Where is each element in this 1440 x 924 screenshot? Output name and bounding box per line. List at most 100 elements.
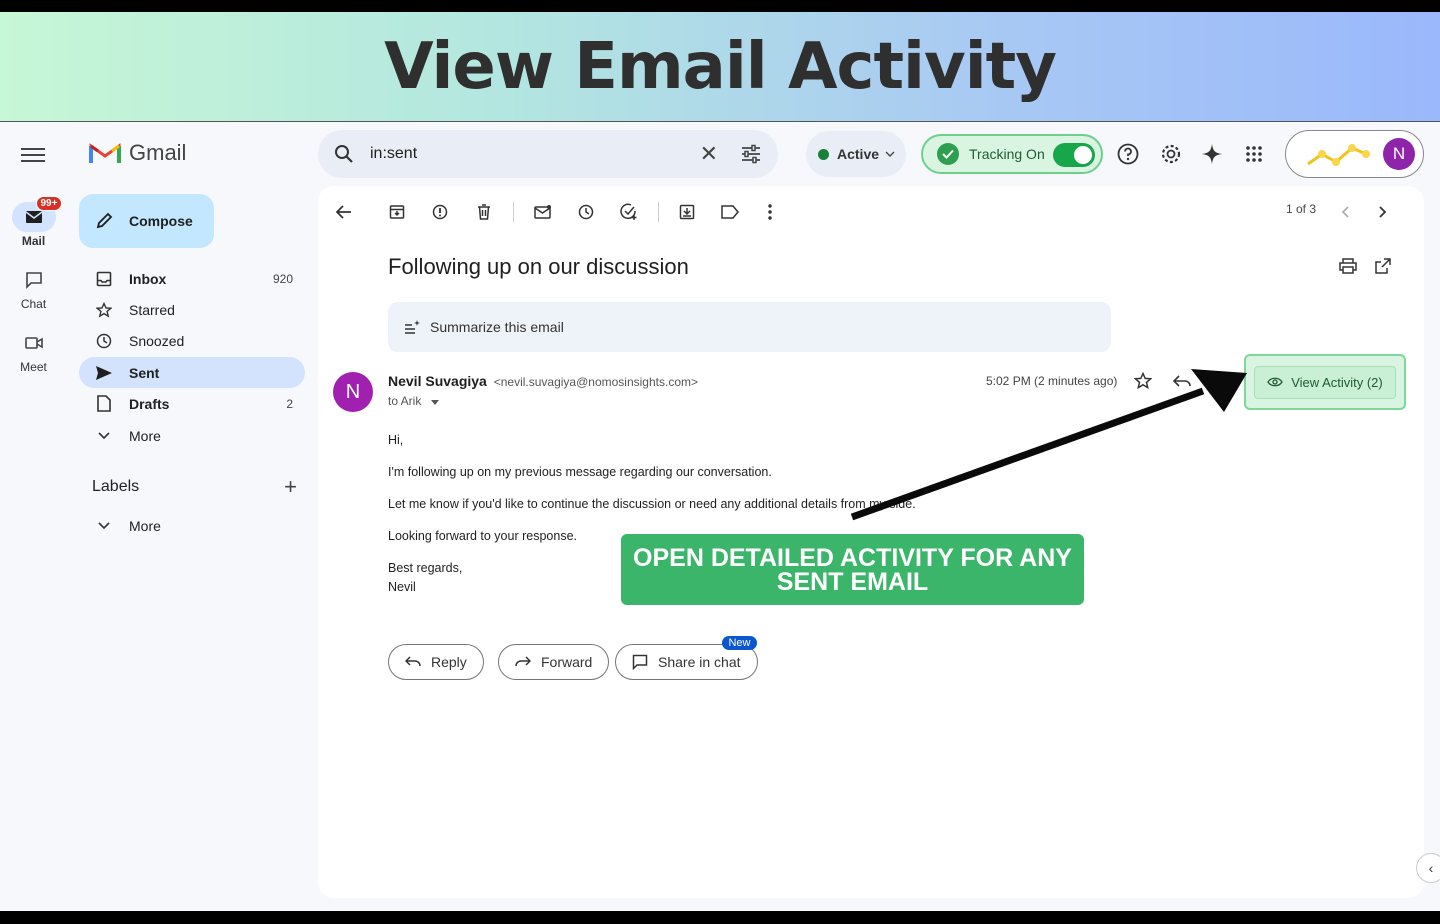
- nav-item-snoozed[interactable]: Snoozed: [79, 325, 305, 356]
- email-subject: Following up on our discussion: [388, 254, 689, 279]
- nav-label-starred: Starred: [129, 301, 175, 318]
- tracking-toggle-pill[interactable]: Tracking On: [921, 134, 1103, 174]
- search-bar[interactable]: in:sent ✕: [318, 130, 778, 178]
- frame: View Email Activity 99+ Mail Chat Meet G…: [0, 0, 1440, 924]
- nav-item-drafts[interactable]: Drafts 2: [79, 388, 305, 419]
- callout-banner: OPEN DETAILED ACTIVITY FOR ANY SENT EMAI…: [621, 534, 1084, 605]
- clear-search-icon[interactable]: ✕: [700, 141, 718, 167]
- eye-icon: [1267, 377, 1283, 387]
- add-task-icon[interactable]: [617, 200, 641, 224]
- caret-down-icon: [430, 400, 439, 405]
- compose-button[interactable]: Compose: [79, 194, 214, 248]
- chat-bubble-icon: [632, 654, 648, 670]
- snooze-clock-icon[interactable]: [574, 200, 598, 224]
- search-icon[interactable]: [334, 144, 354, 164]
- search-options-icon[interactable]: [740, 144, 762, 164]
- recipient-details[interactable]: to Arik: [388, 394, 439, 408]
- rail-label-meet: Meet: [20, 360, 47, 374]
- pager-text: 1 of 3: [1286, 202, 1317, 216]
- sender-avatar[interactable]: N: [333, 372, 373, 412]
- account-avatar[interactable]: N: [1383, 138, 1415, 170]
- email-body-line: I'm following up on my previous message …: [388, 465, 772, 479]
- label-tag-icon[interactable]: [718, 200, 742, 224]
- print-icon[interactable]: [1336, 254, 1360, 278]
- help-icon[interactable]: [1115, 141, 1141, 167]
- drafts-count: 2: [286, 396, 293, 411]
- sidebar: Gmail Compose Inbox 920 Starred Snoozed: [67, 122, 317, 911]
- nav-item-inbox[interactable]: Inbox 920: [79, 263, 305, 294]
- nav-item-more[interactable]: More: [79, 420, 305, 451]
- settings-gear-icon[interactable]: [1158, 141, 1184, 167]
- add-label-icon[interactable]: +: [284, 474, 297, 500]
- status-selector[interactable]: Active: [806, 131, 906, 177]
- gmail-logo[interactable]: Gmail: [89, 140, 186, 166]
- brand-logo-icon: [1307, 144, 1370, 166]
- search-input[interactable]: in:sent: [370, 145, 700, 163]
- labels-more[interactable]: More: [79, 510, 305, 541]
- nav-label-inbox: Inbox: [129, 270, 167, 287]
- email-body-line: Let me know if you'd like to continue th…: [388, 497, 916, 511]
- report-spam-icon[interactable]: [428, 200, 452, 224]
- chevron-left-icon[interactable]: [1333, 200, 1357, 224]
- forward-button[interactable]: Forward: [498, 644, 610, 680]
- new-badge: New: [722, 636, 757, 650]
- summarize-label: Summarize this email: [430, 319, 564, 335]
- rail-item-chat[interactable]: Chat: [0, 265, 67, 311]
- chevron-right-icon[interactable]: [1371, 200, 1395, 224]
- email-body-line: Looking forward to your response.: [388, 529, 577, 543]
- chevron-down-icon: [95, 427, 113, 445]
- account-switcher[interactable]: N: [1285, 130, 1424, 178]
- back-arrow-icon[interactable]: [332, 200, 356, 224]
- move-to-icon[interactable]: [675, 200, 699, 224]
- sender-name[interactable]: Nevil Suvagiya: [388, 373, 487, 389]
- toolbar-divider: [658, 202, 659, 222]
- chevron-down-icon: [885, 151, 895, 157]
- nav-item-sent[interactable]: Sent: [79, 357, 305, 388]
- view-activity-label: View Activity (2): [1291, 374, 1383, 390]
- view-activity-button[interactable]: View Activity (2): [1254, 365, 1396, 399]
- gmail-m-icon: [89, 143, 121, 163]
- tracking-switch[interactable]: [1053, 143, 1095, 167]
- rail-label-mail: Mail: [21, 234, 46, 248]
- share-in-chat-button[interactable]: Share in chat New: [615, 636, 758, 680]
- banner: View Email Activity: [0, 12, 1440, 121]
- open-new-window-icon[interactable]: [1371, 254, 1395, 278]
- rail-label-chat: Chat: [20, 297, 47, 311]
- draft-icon: [95, 395, 113, 413]
- archive-icon[interactable]: [385, 200, 409, 224]
- trash-icon[interactable]: [472, 200, 496, 224]
- clock-icon: [95, 332, 113, 350]
- callout-line-2: SENT EMAIL: [776, 567, 929, 596]
- summarize-sparkle-icon: [405, 320, 420, 334]
- apps-grid-icon[interactable]: [1241, 141, 1267, 167]
- rail-item-meet[interactable]: Meet: [0, 328, 67, 374]
- reply-icon[interactable]: [1170, 369, 1194, 393]
- view-activity-highlight: View Activity (2): [1244, 354, 1406, 410]
- star-icon[interactable]: [1131, 369, 1155, 393]
- banner-title: View Email Activity: [384, 29, 1057, 104]
- send-icon: [95, 364, 113, 382]
- chat-icon: [12, 265, 56, 295]
- callout-line-1: OPEN DETAILED ACTIVITY FOR ANY: [633, 543, 1072, 572]
- gmail-app: 99+ Mail Chat Meet Gmail Compose Inbox 9…: [0, 121, 1440, 911]
- rail-item-mail[interactable]: 99+ Mail: [0, 196, 67, 248]
- summarize-email-button[interactable]: Summarize this email: [388, 302, 1111, 352]
- mail-icon: 99+: [11, 196, 63, 232]
- side-panel-toggle[interactable]: ‹: [1416, 853, 1440, 883]
- inbox-icon: [95, 270, 113, 288]
- nav-item-starred[interactable]: Starred: [79, 294, 305, 325]
- star-icon: [95, 301, 113, 319]
- gemini-sparkle-icon[interactable]: [1199, 141, 1225, 167]
- mark-unread-icon[interactable]: [531, 200, 555, 224]
- main-menu-icon[interactable]: [21, 144, 45, 164]
- reply-icon: [405, 656, 421, 667]
- reply-label: Reply: [431, 654, 467, 670]
- reply-button[interactable]: Reply: [388, 644, 484, 680]
- more-vert-icon[interactable]: [758, 200, 782, 224]
- email-body-line: Best regards,: [388, 561, 463, 575]
- chevron-left-icon: ‹: [1428, 860, 1434, 876]
- labels-heading: Labels +: [92, 474, 297, 499]
- nav-label-drafts: Drafts: [129, 395, 170, 412]
- toolbar-divider: [513, 202, 514, 222]
- unread-badge: 99+: [35, 196, 63, 211]
